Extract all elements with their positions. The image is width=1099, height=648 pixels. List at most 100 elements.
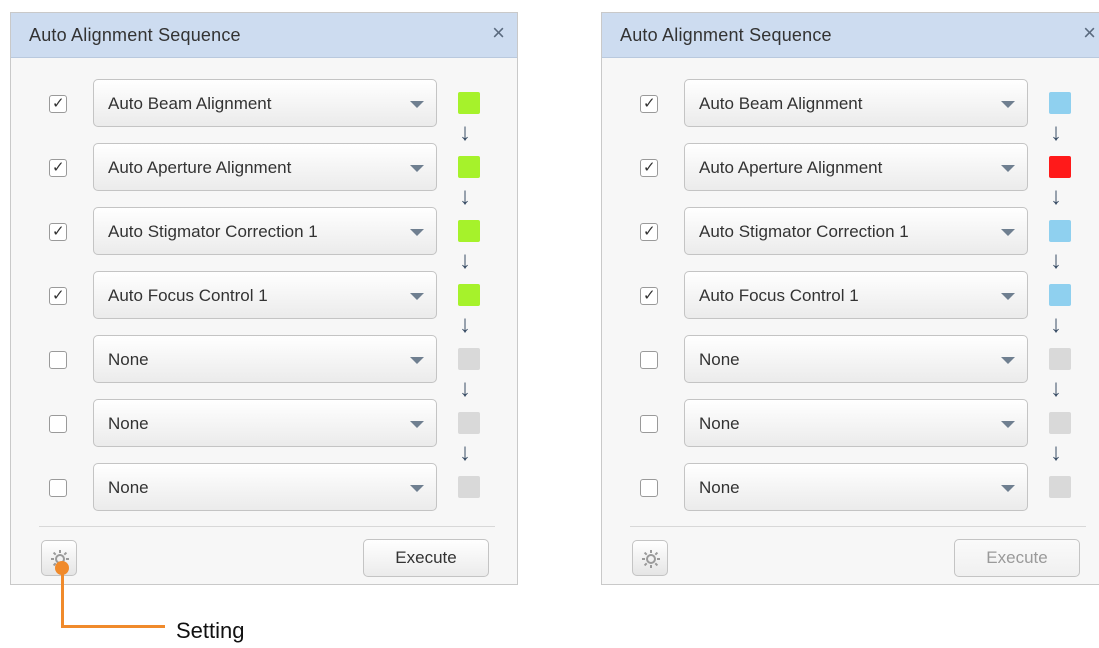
checkmark-icon: ✓ — [643, 223, 656, 240]
step-checkbox[interactable]: ✓ — [49, 95, 67, 113]
step-checkbox[interactable] — [640, 415, 658, 433]
checkmark-icon: ✓ — [52, 159, 65, 176]
step-checkbox[interactable]: ✓ — [49, 223, 67, 241]
arrow-down-icon: ↓ — [459, 247, 471, 274]
panel-title: Auto Alignment Sequence — [29, 25, 241, 45]
sequence-row: ✓ Auto Aperture Alignment — [11, 143, 517, 191]
status-indicator — [458, 284, 480, 306]
arrow-down-icon: ↓ — [459, 375, 471, 402]
caret-down-icon — [410, 101, 424, 108]
execute-button[interactable]: Execute — [363, 539, 489, 577]
step-select[interactable]: None — [93, 399, 437, 447]
step-select[interactable]: Auto Focus Control 1 — [684, 271, 1028, 319]
separator — [630, 526, 1086, 527]
step-checkbox[interactable]: ✓ — [49, 159, 67, 177]
step-select-value: Auto Focus Control 1 — [108, 286, 268, 305]
checkmark-icon: ✓ — [643, 287, 656, 304]
sequence-row: None — [602, 463, 1099, 511]
step-select-value: Auto Stigmator Correction 1 — [108, 222, 318, 241]
step-checkbox[interactable]: ✓ — [640, 95, 658, 113]
step-select-value: None — [108, 350, 149, 369]
sequence-row: ✓ Auto Stigmator Correction 1 — [602, 207, 1099, 255]
step-checkbox[interactable]: ✓ — [640, 287, 658, 305]
sequence-row: ✓ Auto Aperture Alignment — [602, 143, 1099, 191]
status-indicator — [458, 220, 480, 242]
step-select[interactable]: Auto Beam Alignment — [93, 79, 437, 127]
sequence-row: ✓ Auto Stigmator Correction 1 — [11, 207, 517, 255]
step-select[interactable]: None — [93, 463, 437, 511]
caret-down-icon — [1001, 485, 1015, 492]
step-select[interactable]: Auto Aperture Alignment — [93, 143, 437, 191]
status-indicator — [1049, 220, 1071, 242]
caret-down-icon — [1001, 357, 1015, 364]
sequence-row: ✓ Auto Beam Alignment — [11, 79, 517, 127]
step-select-value: Auto Beam Alignment — [108, 94, 272, 113]
status-indicator — [1049, 156, 1071, 178]
checkmark-icon: ✓ — [643, 159, 656, 176]
step-select-value: Auto Aperture Alignment — [108, 158, 292, 177]
step-checkbox[interactable] — [49, 479, 67, 497]
sequence-row: ✓ Auto Focus Control 1 — [602, 271, 1099, 319]
caret-down-icon — [1001, 229, 1015, 236]
auto-alignment-panel-left: Auto Alignment Sequence × ✓ Auto Beam Ali… — [10, 12, 518, 585]
step-select-value: Auto Focus Control 1 — [699, 286, 859, 305]
step-select[interactable]: None — [684, 399, 1028, 447]
step-select[interactable]: Auto Stigmator Correction 1 — [93, 207, 437, 255]
close-icon[interactable]: × — [492, 21, 505, 45]
step-checkbox[interactable] — [640, 479, 658, 497]
auto-alignment-panel-right: Auto Alignment Sequence × ✓ Auto Beam Ali… — [601, 12, 1099, 585]
step-select[interactable]: None — [93, 335, 437, 383]
step-select-value: Auto Beam Alignment — [699, 94, 863, 113]
callout-label: Setting — [176, 618, 245, 643]
step-checkbox[interactable] — [640, 351, 658, 369]
step-select-value: None — [699, 478, 740, 497]
status-indicator — [1049, 284, 1071, 306]
status-indicator — [458, 156, 480, 178]
arrow-down-icon: ↓ — [1050, 375, 1062, 402]
caret-down-icon — [1001, 293, 1015, 300]
step-select-value: Auto Aperture Alignment — [699, 158, 883, 177]
status-indicator — [1049, 412, 1071, 434]
separator — [39, 526, 495, 527]
arrow-down-icon: ↓ — [1050, 439, 1062, 466]
sequence-row: ✓ Auto Focus Control 1 — [11, 271, 517, 319]
callout-line — [61, 567, 64, 627]
caret-down-icon — [410, 485, 424, 492]
close-icon[interactable]: × — [1083, 21, 1096, 45]
panel-titlebar: Auto Alignment Sequence × — [11, 13, 517, 58]
arrow-down-icon: ↓ — [459, 183, 471, 210]
step-select[interactable]: Auto Stigmator Correction 1 — [684, 207, 1028, 255]
sequence-row: None — [602, 335, 1099, 383]
status-indicator — [458, 348, 480, 370]
checkmark-icon: ✓ — [52, 223, 65, 240]
step-checkbox[interactable] — [49, 351, 67, 369]
step-select-value: None — [699, 350, 740, 369]
settings-button[interactable] — [632, 540, 668, 576]
step-checkbox[interactable]: ✓ — [640, 223, 658, 241]
step-select[interactable]: None — [684, 335, 1028, 383]
step-select[interactable]: Auto Focus Control 1 — [93, 271, 437, 319]
arrow-down-icon: ↓ — [1050, 119, 1062, 146]
step-select[interactable]: None — [684, 463, 1028, 511]
step-select[interactable]: Auto Aperture Alignment — [684, 143, 1028, 191]
sequence-row: None — [11, 463, 517, 511]
execute-button[interactable]: Execute — [954, 539, 1080, 577]
step-checkbox[interactable] — [49, 415, 67, 433]
sequence-row: None — [11, 399, 517, 447]
step-select-value: Auto Stigmator Correction 1 — [699, 222, 909, 241]
caret-down-icon — [410, 357, 424, 364]
step-select-value: None — [699, 414, 740, 433]
arrow-down-icon: ↓ — [1050, 311, 1062, 338]
sequence-row: None — [602, 399, 1099, 447]
status-indicator — [458, 92, 480, 114]
step-select[interactable]: Auto Beam Alignment — [684, 79, 1028, 127]
sequence-row: ✓ Auto Beam Alignment — [602, 79, 1099, 127]
status-indicator — [1049, 92, 1071, 114]
status-indicator — [458, 476, 480, 498]
step-checkbox[interactable]: ✓ — [640, 159, 658, 177]
caret-down-icon — [1001, 101, 1015, 108]
status-indicator — [1049, 348, 1071, 370]
step-checkbox[interactable]: ✓ — [49, 287, 67, 305]
caret-down-icon — [410, 165, 424, 172]
caret-down-icon — [410, 421, 424, 428]
